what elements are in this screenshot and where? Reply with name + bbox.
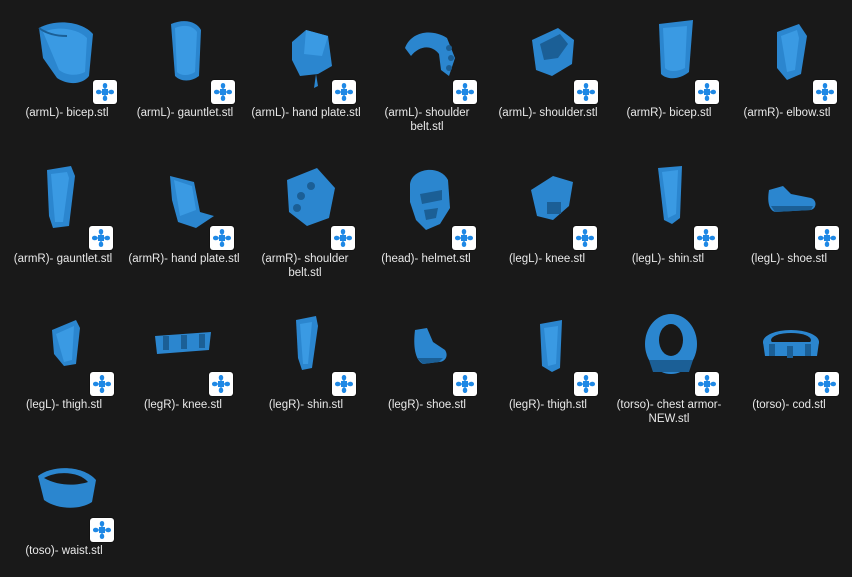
file-name: (armL)- hand plate.stl bbox=[251, 107, 361, 119]
file-name: (legR)- shoe.stl bbox=[388, 399, 466, 411]
file-name: (armR)- elbow.stl bbox=[743, 107, 831, 119]
3d-viewer-app-icon bbox=[573, 226, 597, 250]
file-name: (torso)- cod.stl bbox=[752, 399, 826, 411]
file-item-armr-bicep[interactable]: (armR)- bicep.stl bbox=[611, 14, 727, 154]
file-name: (torso)- chest armor- NEW.stl bbox=[616, 399, 722, 425]
3d-viewer-app-icon bbox=[331, 226, 355, 250]
file-item-armr-elbow[interactable]: (armR)- elbow.stl bbox=[729, 14, 845, 154]
3d-viewer-app-icon bbox=[453, 372, 477, 396]
3d-viewer-app-icon bbox=[209, 372, 233, 396]
3d-viewer-app-icon bbox=[695, 372, 719, 396]
file-name: (legL)- knee.stl bbox=[508, 253, 586, 265]
file-item-toso-waist[interactable]: (toso)- waist.stl bbox=[6, 452, 122, 577]
3d-viewer-app-icon bbox=[210, 226, 234, 250]
file-name: (legR)- knee.stl bbox=[144, 399, 222, 411]
3d-viewer-app-icon bbox=[815, 226, 839, 250]
file-name: (armL)- shoulder.stl bbox=[498, 107, 598, 119]
file-item-legl-thigh[interactable]: (legL)- thigh.stl bbox=[6, 306, 122, 446]
file-name: (legL)- thigh.stl bbox=[25, 399, 103, 411]
file-name: (legR)- thigh.stl bbox=[509, 399, 587, 411]
3d-viewer-app-icon bbox=[211, 80, 235, 104]
3d-viewer-app-icon bbox=[89, 226, 113, 250]
file-item-legr-shoe[interactable]: (legR)- shoe.stl bbox=[369, 306, 485, 446]
3d-viewer-app-icon bbox=[813, 80, 837, 104]
file-item-legr-shin[interactable]: (legR)- shin.stl bbox=[248, 306, 364, 446]
file-name: (armR)- shoulder belt.stl bbox=[261, 253, 349, 279]
3d-viewer-app-icon bbox=[815, 372, 839, 396]
file-name: (armR)- gauntlet.stl bbox=[13, 253, 113, 265]
file-item-arml-shoulder[interactable]: (armL)- shoulder.stl bbox=[490, 14, 606, 154]
3d-viewer-app-icon bbox=[332, 80, 356, 104]
3d-viewer-app-icon bbox=[574, 372, 598, 396]
file-item-legr-knee[interactable]: (legR)- knee.stl bbox=[125, 306, 241, 446]
3d-viewer-app-icon bbox=[90, 372, 114, 396]
file-name: (armL)- shoulder belt.stl bbox=[384, 107, 470, 133]
file-item-legr-thigh[interactable]: (legR)- thigh.stl bbox=[490, 306, 606, 446]
file-name: (armL)- bicep.stl bbox=[25, 107, 109, 119]
file-name: (armL)- gauntlet.stl bbox=[136, 107, 234, 119]
file-item-legl-shin[interactable]: (legL)- shin.stl bbox=[610, 160, 726, 300]
3d-viewer-app-icon bbox=[332, 372, 356, 396]
file-item-arml-hand-plate[interactable]: (armL)- hand plate.stl bbox=[248, 14, 364, 154]
file-item-armr-hand-plate[interactable]: (armR)- hand plate.stl bbox=[126, 160, 242, 300]
file-name: (armR)- bicep.stl bbox=[626, 107, 712, 119]
3d-viewer-app-icon bbox=[453, 80, 477, 104]
file-name: (legR)- shin.stl bbox=[268, 399, 344, 411]
file-item-legl-knee[interactable]: (legL)- knee.stl bbox=[489, 160, 605, 300]
file-item-torso-cod[interactable]: (torso)- cod.stl bbox=[731, 306, 847, 446]
3d-viewer-app-icon bbox=[574, 80, 598, 104]
file-item-torso-chest-armor[interactable]: (torso)- chest armor- NEW.stl bbox=[611, 306, 727, 446]
3d-viewer-app-icon bbox=[695, 80, 719, 104]
3d-viewer-app-icon bbox=[90, 518, 114, 542]
3d-viewer-app-icon bbox=[694, 226, 718, 250]
file-item-arml-shoulder-belt[interactable]: (armL)- shoulder belt.stl bbox=[369, 14, 485, 154]
3d-viewer-app-icon bbox=[93, 80, 117, 104]
file-item-armr-shoulder-belt[interactable]: (armR)- shoulder belt.stl bbox=[247, 160, 363, 300]
file-item-head-helmet[interactable]: (head)- helmet.stl bbox=[368, 160, 484, 300]
file-item-arml-gauntlet[interactable]: (armL)- gauntlet.stl bbox=[127, 14, 243, 154]
file-name: (armR)- hand plate.stl bbox=[128, 253, 240, 265]
file-name: (legL)- shin.stl bbox=[631, 253, 705, 265]
3d-viewer-app-icon bbox=[452, 226, 476, 250]
file-item-legl-shoe[interactable]: (legL)- shoe.stl bbox=[731, 160, 847, 300]
file-name: (head)- helmet.stl bbox=[381, 253, 471, 265]
file-item-armr-gauntlet[interactable]: (armR)- gauntlet.stl bbox=[5, 160, 121, 300]
file-name: (legL)- shoe.stl bbox=[750, 253, 828, 265]
file-explorer-large-icons-view: (armL)- bicep.stl (armL)- gauntlet.stl (… bbox=[0, 0, 852, 577]
file-item-arml-bicep[interactable]: (armL)- bicep.stl bbox=[9, 14, 125, 154]
file-name: (toso)- waist.stl bbox=[25, 545, 103, 557]
